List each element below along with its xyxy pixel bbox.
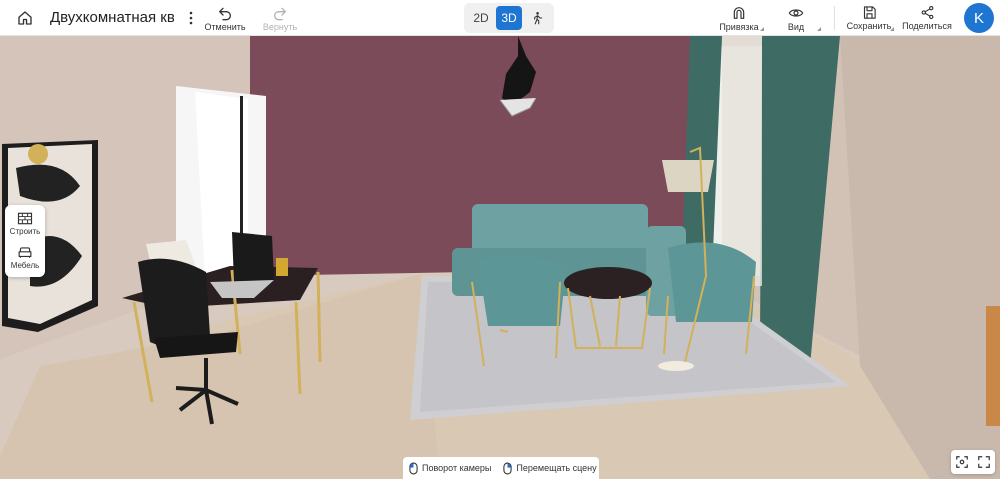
laptop-screen xyxy=(232,232,274,282)
sofa-icon xyxy=(18,247,32,258)
avatar[interactable]: K xyxy=(964,3,994,33)
fullscreen-icon[interactable] xyxy=(977,455,991,469)
view-mode-switch: 2D 3D xyxy=(464,3,554,33)
share-icon xyxy=(921,5,933,20)
floor-lamp-shade xyxy=(662,160,714,192)
toolbar-divider xyxy=(834,6,835,30)
redo-icon xyxy=(274,7,286,20)
view-3d-button[interactable]: 3D xyxy=(496,6,522,30)
wall-build-icon xyxy=(17,212,33,225)
sofa-back xyxy=(472,204,648,254)
view-dropdown-indicator xyxy=(817,27,821,31)
home-button[interactable] xyxy=(14,8,36,28)
mouse-right-icon xyxy=(503,462,513,474)
save-dropdown-indicator xyxy=(890,27,894,31)
desk-cup xyxy=(276,258,288,276)
build-button[interactable]: Строить xyxy=(5,212,45,236)
furniture-button[interactable]: Мебель xyxy=(5,246,45,270)
mouse-left-icon xyxy=(409,462,418,474)
walk-icon xyxy=(534,12,543,25)
more-vertical-icon xyxy=(189,11,193,25)
snap-label: Привязка xyxy=(719,21,759,32)
room-render xyxy=(0,36,1000,479)
top-toolbar: Двухкомнатная квар Отменить Вернуть 2D 3… xyxy=(0,0,1000,36)
redo-label: Вернуть xyxy=(262,21,298,32)
eye-icon xyxy=(788,8,804,17)
undo-button[interactable]: Отменить xyxy=(203,3,247,33)
brick-wall xyxy=(986,306,1000,426)
build-label: Строить xyxy=(9,227,41,236)
share-button[interactable]: Поделиться xyxy=(902,3,952,33)
snap-dropdown-indicator xyxy=(760,27,764,31)
floor-lamp-base xyxy=(658,361,694,371)
project-title[interactable]: Двухкомнатная квар xyxy=(50,9,174,26)
furniture-label: Мебель xyxy=(10,261,40,270)
undo-label: Отменить xyxy=(204,21,246,32)
left-tool-panel: Строить Мебель xyxy=(5,205,45,277)
coffee-table-top xyxy=(564,267,652,299)
view-2d-button[interactable]: 2D xyxy=(468,6,494,30)
home-icon xyxy=(18,11,32,25)
armchair-right xyxy=(668,242,756,322)
armchair-left xyxy=(478,255,566,326)
save-button[interactable]: Сохранить xyxy=(846,3,892,33)
navigation-hints: Поворот камеры Перемещать сцену xyxy=(403,457,599,479)
save-label: Сохранить xyxy=(846,21,892,31)
snap-button[interactable]: Привязка xyxy=(716,3,762,33)
share-label: Поделиться xyxy=(902,21,952,31)
view-controls xyxy=(951,450,995,474)
view-menu-button[interactable]: Вид xyxy=(778,3,814,33)
move-scene-label: Перемещать сцену xyxy=(516,463,597,473)
view-label: Вид xyxy=(787,21,805,32)
magnet-icon xyxy=(733,6,745,19)
redo-button[interactable]: Вернуть xyxy=(258,3,302,33)
undo-icon xyxy=(219,7,231,20)
3d-viewport[interactable] xyxy=(0,36,1000,479)
fit-view-icon[interactable] xyxy=(955,455,969,469)
wall-art-dot xyxy=(28,144,48,164)
more-menu-button[interactable] xyxy=(184,9,198,27)
save-icon xyxy=(863,6,876,19)
walk-mode-button[interactable] xyxy=(524,6,550,30)
rotate-camera-label: Поворот камеры xyxy=(422,463,492,473)
move-scene-hint: Перемещать сцену xyxy=(503,462,597,475)
rotate-camera-hint: Поворот камеры xyxy=(409,462,491,475)
